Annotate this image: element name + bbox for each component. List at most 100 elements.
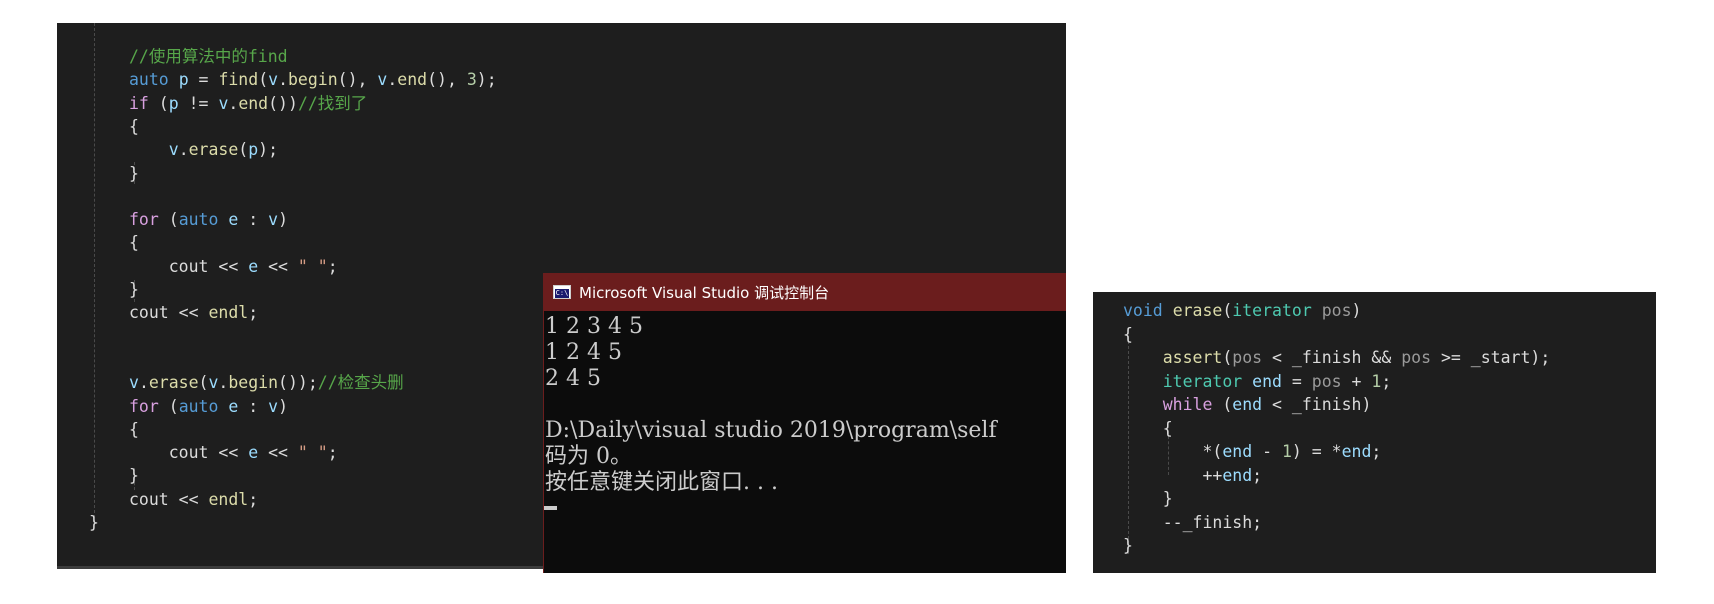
code-token: . [218, 373, 229, 393]
code-token: << [258, 443, 298, 463]
code-token: ( [158, 210, 179, 230]
code-line: if (p != v.end())//找到了 [129, 94, 367, 114]
code-token: ; [1381, 371, 1392, 391]
code-token: p [178, 70, 189, 90]
code-line: { [129, 117, 139, 137]
code-token: ); [476, 70, 497, 90]
code-token: pos [1232, 348, 1263, 367]
code-token: endl [208, 303, 249, 323]
code-token: //找到了 [297, 93, 368, 113]
code-token: } [89, 513, 99, 532]
code-token: : [238, 210, 269, 230]
console-line: 2 4 5 [545, 366, 601, 391]
code-token: ( [158, 396, 179, 416]
console-line: 1 2 4 5 [545, 340, 622, 365]
code-token: ) [1351, 301, 1362, 320]
code-token: pos [1321, 301, 1352, 320]
code-line: v.erase(v.begin());//检查头删 [129, 373, 404, 393]
code-token: << [258, 256, 298, 276]
code-token: p [168, 93, 179, 113]
code-token: ; [1252, 465, 1263, 485]
code-line: ++end; [1123, 466, 1262, 486]
code-token: ( [148, 93, 169, 113]
code-token: 1 [1281, 442, 1292, 461]
code-line: { [1123, 419, 1173, 439]
code-token: v [218, 93, 229, 113]
code-line: cout << endl; [129, 490, 258, 510]
code-token: } [1123, 536, 1133, 555]
code-token: auto [178, 396, 219, 416]
code-token: iterator [1232, 301, 1312, 320]
code-line: //使用算法中的find [129, 47, 288, 67]
code-token: v [129, 373, 139, 393]
code-line: iterator end = pos + 1; [1123, 371, 1392, 392]
code-token: //使用算法中的find [129, 47, 288, 66]
code-token: { [1123, 324, 1133, 344]
code-line: cout << endl; [129, 303, 258, 323]
right-code-editor[interactable]: void erase(iterator pos){ assert(pos < _… [1093, 292, 1656, 573]
code-token: (), [337, 70, 378, 90]
debug-console-window[interactable]: C:\ Microsoft Visual Studio 调试控制台 1 2 3 … [543, 273, 1066, 573]
code-line: } [89, 513, 99, 533]
code-token: cout << [129, 443, 249, 463]
code-token: for [129, 396, 159, 416]
code-token: ++ [1123, 465, 1223, 485]
code-token: erase [188, 140, 239, 160]
code-token: end [1252, 371, 1282, 391]
code-token: *( [1123, 442, 1223, 461]
code-token: cout << [129, 489, 209, 509]
console-line: 1 2 3 4 5 [545, 314, 643, 339]
code-token: " " [297, 256, 328, 276]
code-line: } [1123, 489, 1173, 509]
code-line: cout << e << " "; [129, 257, 338, 277]
code-token: end [1232, 395, 1263, 414]
code-token: = [188, 70, 219, 90]
code-token: cout << [129, 256, 249, 276]
code-token: v [168, 140, 179, 160]
code-line: for (auto e : v) [129, 397, 288, 417]
code-token: ( [238, 140, 249, 160]
code-token: ); [258, 140, 279, 160]
code-token: . [278, 70, 288, 90]
code-token: iterator [1162, 371, 1243, 391]
code-token: . [387, 70, 398, 90]
console-output[interactable]: 1 2 3 4 5 1 2 4 5 2 4 5 D:\Daily\visual … [543, 311, 1066, 573]
code-token: ) [278, 396, 288, 416]
console-title: Microsoft Visual Studio 调试控制台 [579, 284, 830, 302]
code-token: ; [1252, 512, 1263, 532]
code-token: ; [327, 443, 338, 463]
code-token: != [178, 93, 219, 113]
code-token: 1 [1371, 371, 1382, 391]
code-token: auto [129, 70, 169, 90]
code-token: endl [208, 489, 249, 509]
code-token: v [268, 70, 279, 90]
console-titlebar[interactable]: C:\ Microsoft Visual Studio 调试控制台 [543, 273, 1066, 311]
code-token: pos [1311, 371, 1342, 391]
code-token: . [138, 373, 149, 393]
code-token: erase [1172, 301, 1223, 320]
console-app-icon-glyph: C:\ [555, 289, 569, 298]
console-line: 码为 0。 [545, 444, 632, 469]
code-token: cout << [129, 303, 209, 323]
code-token: . [178, 140, 189, 160]
console-app-icon: C:\ [553, 285, 571, 299]
code-token: end [397, 70, 428, 90]
code-token: auto [178, 210, 219, 230]
code-token: _finish [1291, 395, 1362, 414]
code-token: ); [1530, 348, 1551, 367]
code-line: --_finish; [1123, 513, 1262, 533]
code-token: ( [1222, 348, 1233, 367]
code-token: v [377, 70, 388, 90]
code-token: ) = * [1291, 442, 1342, 461]
code-line: v.erase(p); [129, 140, 278, 160]
code-token: + [1341, 371, 1372, 391]
code-token: 3 [466, 70, 477, 90]
code-token: pos [1401, 348, 1432, 367]
indent-guide [94, 23, 95, 523]
code-token: ()) [268, 93, 298, 113]
